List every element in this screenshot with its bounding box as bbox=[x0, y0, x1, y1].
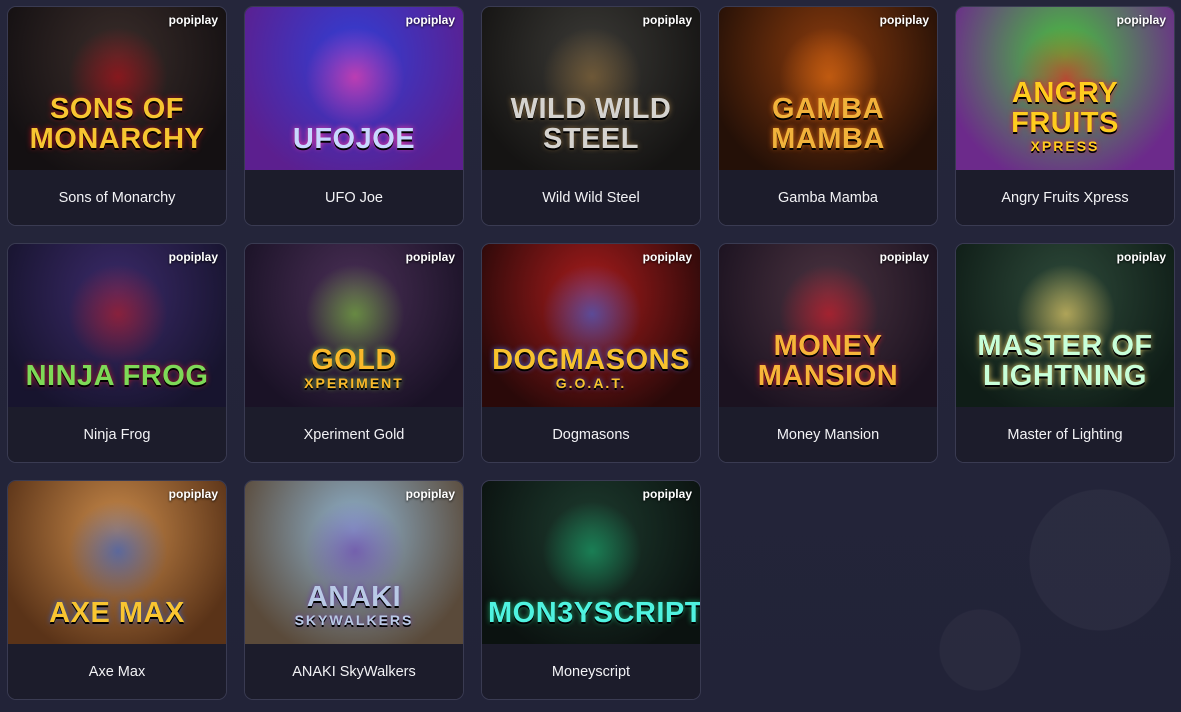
game-logo-text: UFOJOE bbox=[292, 123, 416, 155]
game-card[interactable]: WILD WILD STEEL popiplay Wild Wild Steel bbox=[481, 6, 701, 226]
glow-orb-decoration bbox=[305, 27, 405, 127]
game-logo-text: AXE MAX bbox=[49, 597, 185, 629]
glow-orb-decoration bbox=[68, 501, 168, 601]
game-card[interactable]: ANAKI SKYWALKERS popiplay ANAKI SkyWalke… bbox=[244, 480, 464, 700]
game-card[interactable]: MON3YSCRIPT popiplay Moneyscript bbox=[481, 480, 701, 700]
provider-label: popiplay bbox=[879, 250, 929, 264]
game-title[interactable]: Angry Fruits Xpress bbox=[956, 170, 1174, 225]
game-thumbnail[interactable]: GOLD XPERIMENT popiplay bbox=[245, 244, 463, 409]
game-thumbnail[interactable]: GAMBA MAMBA popiplay bbox=[719, 7, 937, 172]
game-logo: GAMBA MAMBA bbox=[725, 94, 931, 154]
provider-label: popiplay bbox=[1116, 13, 1166, 27]
game-logo: SONS OF MONARCHY bbox=[14, 94, 220, 154]
provider-label: popiplay bbox=[642, 13, 692, 27]
game-logo: AXE MAX bbox=[14, 598, 220, 628]
game-logo: UFOJOE bbox=[251, 124, 457, 154]
glow-orb-decoration bbox=[542, 501, 642, 601]
game-title[interactable]: ANAKI SkyWalkers bbox=[245, 644, 463, 699]
glow-orb-decoration bbox=[68, 264, 168, 364]
game-logo: GOLD XPERIMENT bbox=[251, 345, 457, 391]
game-logo-text: NINJA FROG bbox=[25, 360, 209, 392]
game-title[interactable]: Master of Lighting bbox=[956, 407, 1174, 462]
game-logo-text: SONS OF MONARCHY bbox=[29, 93, 205, 155]
game-title[interactable]: Moneyscript bbox=[482, 644, 700, 699]
game-thumbnail[interactable]: NINJA FROG popiplay bbox=[8, 244, 226, 409]
game-logo-text: MASTER OF LIGHTNING bbox=[977, 330, 1153, 392]
game-logo: MASTER OF LIGHTNING bbox=[962, 331, 1168, 391]
game-thumbnail[interactable]: MONEY MANSION popiplay bbox=[719, 244, 937, 409]
game-logo-text: ANGRY FRUITS bbox=[1011, 77, 1119, 139]
game-logo: ANGRY FRUITS XPRESS bbox=[962, 78, 1168, 154]
game-card[interactable]: GAMBA MAMBA popiplay Gamba Mamba bbox=[718, 6, 938, 226]
provider-label: popiplay bbox=[642, 250, 692, 264]
game-logo-subtitle: XPERIMENT bbox=[304, 375, 404, 391]
provider-label: popiplay bbox=[405, 487, 455, 501]
game-logo-text: GAMBA MAMBA bbox=[771, 93, 885, 155]
game-card[interactable]: NINJA FROG popiplay Ninja Frog bbox=[7, 243, 227, 463]
provider-label: popiplay bbox=[1116, 250, 1166, 264]
game-logo-text: MONEY MANSION bbox=[757, 330, 899, 392]
game-card[interactable]: DOGMASONS G.O.A.T. popiplay Dogmasons bbox=[481, 243, 701, 463]
game-thumbnail[interactable]: ANGRY FRUITS XPRESS popiplay bbox=[956, 7, 1174, 172]
provider-label: popiplay bbox=[168, 13, 218, 27]
game-thumbnail[interactable]: SONS OF MONARCHY popiplay bbox=[8, 7, 226, 172]
provider-label: popiplay bbox=[879, 13, 929, 27]
game-title[interactable]: Money Mansion bbox=[719, 407, 937, 462]
game-logo-text: DOGMASONS bbox=[492, 344, 690, 376]
game-title[interactable]: UFO Joe bbox=[245, 170, 463, 225]
game-title[interactable]: Ninja Frog bbox=[8, 407, 226, 462]
provider-label: popiplay bbox=[642, 487, 692, 501]
game-title[interactable]: Xperiment Gold bbox=[245, 407, 463, 462]
provider-label: popiplay bbox=[405, 13, 455, 27]
game-logo-subtitle: XPRESS bbox=[1030, 138, 1100, 154]
game-logo-text: MON3YSCRIPT bbox=[488, 597, 700, 629]
game-card[interactable]: UFOJOE popiplay UFO Joe bbox=[244, 6, 464, 226]
game-title[interactable]: Sons of Monarchy bbox=[8, 170, 226, 225]
game-logo: NINJA FROG bbox=[14, 361, 220, 391]
provider-label: popiplay bbox=[168, 250, 218, 264]
game-title[interactable]: Dogmasons bbox=[482, 407, 700, 462]
provider-label: popiplay bbox=[405, 250, 455, 264]
game-card[interactable]: ANGRY FRUITS XPRESS popiplay Angry Fruit… bbox=[955, 6, 1175, 226]
game-grid: SONS OF MONARCHY popiplay Sons of Monarc… bbox=[0, 0, 1181, 712]
game-thumbnail[interactable]: MASTER OF LIGHTNING popiplay bbox=[956, 244, 1174, 409]
game-logo: ANAKI SKYWALKERS bbox=[251, 582, 457, 628]
game-logo-subtitle: SKYWALKERS bbox=[294, 612, 414, 628]
game-logo: MONEY MANSION bbox=[725, 331, 931, 391]
game-logo: DOGMASONS G.O.A.T. bbox=[488, 345, 694, 391]
game-title[interactable]: Wild Wild Steel bbox=[482, 170, 700, 225]
game-logo-text: ANAKI bbox=[306, 581, 402, 613]
game-logo-subtitle: G.O.A.T. bbox=[555, 375, 627, 391]
game-title[interactable]: Axe Max bbox=[8, 644, 226, 699]
game-logo-text: WILD WILD STEEL bbox=[510, 93, 672, 155]
game-thumbnail[interactable]: DOGMASONS G.O.A.T. popiplay bbox=[482, 244, 700, 409]
game-card[interactable]: MASTER OF LIGHTNING popiplay Master of L… bbox=[955, 243, 1175, 463]
game-card[interactable]: MONEY MANSION popiplay Money Mansion bbox=[718, 243, 938, 463]
provider-label: popiplay bbox=[168, 487, 218, 501]
game-thumbnail[interactable]: WILD WILD STEEL popiplay bbox=[482, 7, 700, 172]
game-card[interactable]: AXE MAX popiplay Axe Max bbox=[7, 480, 227, 700]
game-logo: WILD WILD STEEL bbox=[488, 94, 694, 154]
game-logo-text: GOLD bbox=[311, 344, 397, 376]
game-thumbnail[interactable]: ANAKI SKYWALKERS popiplay bbox=[245, 481, 463, 646]
game-thumbnail[interactable]: UFOJOE popiplay bbox=[245, 7, 463, 172]
game-title[interactable]: Gamba Mamba bbox=[719, 170, 937, 225]
game-card[interactable]: GOLD XPERIMENT popiplay Xperiment Gold bbox=[244, 243, 464, 463]
game-thumbnail[interactable]: MON3YSCRIPT popiplay bbox=[482, 481, 700, 646]
game-logo: MON3YSCRIPT bbox=[488, 598, 700, 628]
game-thumbnail[interactable]: AXE MAX popiplay bbox=[8, 481, 226, 646]
game-card[interactable]: SONS OF MONARCHY popiplay Sons of Monarc… bbox=[7, 6, 227, 226]
